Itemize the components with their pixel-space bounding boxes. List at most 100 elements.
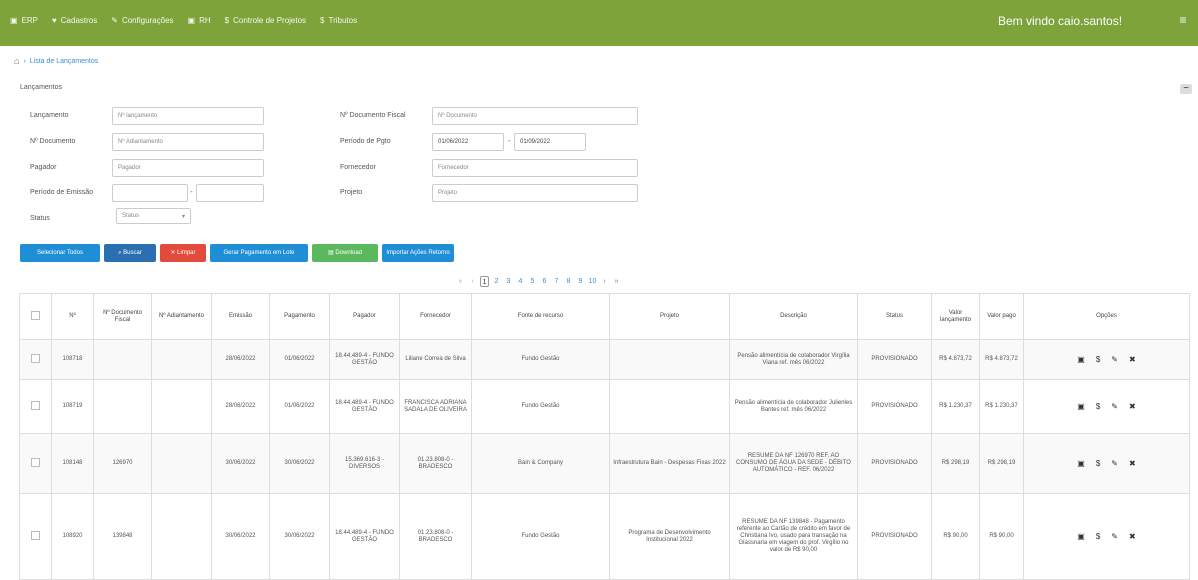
payment-icon[interactable]: $: [1096, 460, 1100, 468]
cell-projeto: [609, 339, 730, 380]
cell-pagamento: 30/06/2022: [269, 433, 330, 494]
select-all-checkbox[interactable]: [31, 310, 40, 320]
page-number[interactable]: 3: [504, 276, 513, 287]
row-checkbox[interactable]: [31, 457, 40, 467]
edit-icon[interactable]: ✎: [1111, 460, 1118, 468]
documento-input[interactable]: Nº Adiantamento: [112, 133, 264, 151]
nav-item[interactable]: ▣ ERP: [10, 16, 38, 25]
page-number[interactable]: 6: [540, 276, 549, 287]
pagador-label: Pagador: [30, 164, 57, 171]
column-header: Fornecedor: [399, 293, 472, 340]
nav-item-label: Controle de Projetos: [233, 16, 307, 25]
edit-icon[interactable]: ✎: [1111, 403, 1118, 411]
breadcrumb-current[interactable]: Lista de Lançamentos: [30, 58, 99, 65]
first-page-button[interactable]: «: [456, 276, 465, 287]
cell-num: 108718: [51, 339, 94, 380]
edit-icon[interactable]: ✎: [1111, 356, 1118, 364]
edit-icon[interactable]: ✎: [1111, 533, 1118, 541]
nav-item[interactable]: $ Tributos: [320, 16, 357, 25]
table-row[interactable]: 108148 126970 30/06/2022 30/06/2022 15.369.6…: [19, 433, 1190, 494]
column-header: Nº Adiantamento: [151, 293, 212, 340]
prev-page-button[interactable]: ‹: [468, 276, 477, 287]
search-button[interactable]: ⌕ Buscar: [104, 244, 156, 262]
view-icon[interactable]: ▣: [1077, 403, 1085, 411]
nav-item[interactable]: ✎ Configurações: [111, 16, 173, 25]
last-page-button[interactable]: »: [612, 276, 621, 287]
dollar-icon: $: [320, 16, 325, 25]
cell-valor-pago: R$ 1.230,37: [979, 379, 1024, 434]
view-icon[interactable]: ▣: [1077, 460, 1085, 468]
row-select-cell: [19, 433, 52, 494]
view-icon[interactable]: ▣: [1077, 533, 1085, 541]
page-number[interactable]: 8: [564, 276, 573, 287]
periodo-emissao-label: Período de Emissão: [30, 189, 94, 196]
delete-icon[interactable]: ✖: [1129, 356, 1136, 364]
pgto-from-input[interactable]: 01/06/2022: [432, 133, 504, 151]
column-header: Pagamento: [269, 293, 330, 340]
delete-icon[interactable]: ✖: [1129, 533, 1136, 541]
fornecedor-input[interactable]: Fornecedor: [432, 159, 638, 177]
status-select[interactable]: Status ▾: [116, 208, 191, 224]
collapse-panel-button[interactable]: −: [1180, 84, 1192, 94]
next-page-button[interactable]: ›: [600, 276, 609, 287]
column-header: Valor lançamento: [931, 293, 980, 340]
import-returns-button[interactable]: Importar Ações Retorno: [382, 244, 454, 262]
cell-descricao: Pensão alimentícia de colaborador Virgíl…: [729, 339, 858, 380]
chevron-down-icon: ▾: [181, 214, 185, 220]
row-options: ▣ $ ✎ ✖: [1023, 379, 1190, 434]
table-row[interactable]: 108719 28/06/2022 01/06/2022 18.44.489-4 - …: [19, 379, 1190, 434]
page-number[interactable]: 1: [480, 276, 489, 287]
doc-fiscal-input[interactable]: Nº Documento: [432, 107, 638, 125]
row-checkbox[interactable]: [31, 530, 40, 540]
cell-doc-fiscal: [93, 379, 152, 434]
select-all-button[interactable]: Selecionar Todos: [20, 244, 100, 262]
column-header: Emissão: [211, 293, 270, 340]
delete-icon[interactable]: ✖: [1129, 403, 1136, 411]
column-header: Opções: [1023, 293, 1190, 340]
row-checkbox[interactable]: [31, 353, 40, 363]
emissao-to-input[interactable]: [196, 184, 264, 202]
menu-toggle-icon[interactable]: ≡: [1176, 13, 1190, 27]
cell-valor-pago: R$ 298,19: [979, 433, 1024, 494]
lancamento-input[interactable]: Nº lançamento: [112, 107, 264, 125]
row-options: ▣ $ ✎ ✖: [1023, 339, 1190, 380]
projeto-input[interactable]: Projeto: [432, 184, 638, 202]
home-icon[interactable]: ⌂: [14, 56, 19, 66]
clear-button[interactable]: ✕ Limpar: [160, 244, 206, 262]
payment-icon[interactable]: $: [1096, 533, 1100, 541]
delete-icon[interactable]: ✖: [1129, 460, 1136, 468]
dollar-icon: $: [224, 16, 230, 25]
page-number[interactable]: 9: [576, 276, 585, 287]
pgto-to-input[interactable]: 01/09/2022: [514, 133, 586, 151]
row-checkbox[interactable]: [31, 400, 40, 410]
table-row[interactable]: 108920 139848 30/06/2022 30/06/2022 18.44.48…: [19, 493, 1190, 580]
row-select-cell: [19, 339, 52, 380]
page-number[interactable]: 4: [516, 276, 525, 287]
page-number[interactable]: 10: [588, 276, 597, 287]
pagador-input[interactable]: Pagador: [112, 159, 264, 177]
cell-valor-pago: R$ 4.873,72: [979, 339, 1024, 380]
breadcrumb: ⌂ › Lista de Lançamentos: [14, 56, 98, 66]
cell-adiant: [151, 493, 212, 580]
download-button[interactable]: ▤ Download: [312, 244, 378, 262]
page-number[interactable]: 7: [552, 276, 561, 287]
view-icon[interactable]: ▣: [1077, 356, 1085, 364]
cell-pagamento: 01/06/2022: [269, 339, 330, 380]
nav-item-label: RH: [199, 16, 211, 25]
payment-icon[interactable]: $: [1096, 356, 1100, 364]
page-number[interactable]: 2: [492, 276, 501, 287]
column-header[interactable]: [19, 293, 52, 340]
table-row[interactable]: 108718 28/06/2022 01/06/2022 18.44.489-4 - …: [19, 339, 1190, 380]
page-number[interactable]: 5: [528, 276, 537, 287]
nav-item[interactable]: ▣ RH: [188, 16, 211, 25]
cell-pagador: 18.44.489-4 - FUNDO GESTÃO: [329, 339, 400, 380]
emissao-from-input[interactable]: [112, 184, 188, 202]
cell-num: 108920: [51, 493, 94, 580]
cell-status: PROVISIONADO: [857, 433, 932, 494]
nav-item[interactable]: ♥ Cadastros: [52, 16, 97, 25]
nav-item[interactable]: $ Controle de Projetos: [225, 16, 306, 25]
cell-valor-lanc: R$ 1.230,37: [931, 379, 980, 434]
payment-icon[interactable]: $: [1096, 403, 1100, 411]
welcome-message: Bem vindo caio.santos!: [998, 14, 1123, 28]
generate-payment-button[interactable]: Gerar Pagamento em Lote: [210, 244, 308, 262]
